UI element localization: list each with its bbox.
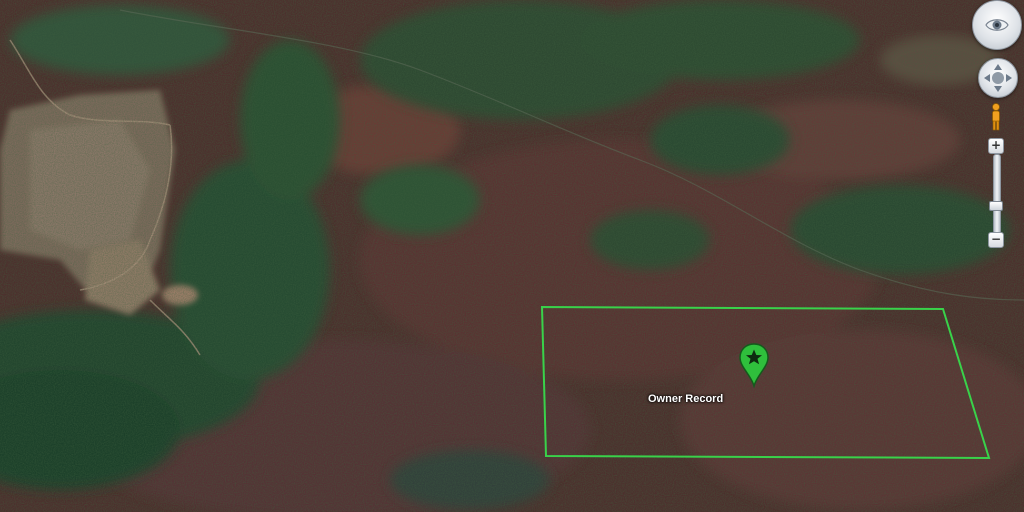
map-controls: + − (970, 0, 1024, 260)
eye-icon (985, 19, 1009, 31)
parcel-label: Owner Record (648, 393, 724, 405)
zoom-control: + − (988, 138, 1004, 248)
satellite-map[interactable]: Owner Record + − (0, 0, 1024, 512)
zoom-slider-thumb[interactable] (989, 200, 1003, 211)
zoom-in-button[interactable]: + (988, 138, 1004, 154)
satellite-imagery (0, 0, 1024, 512)
zoom-out-button[interactable]: − (988, 232, 1004, 248)
map-marker[interactable] (738, 342, 770, 388)
pegman-icon[interactable] (989, 103, 1003, 131)
zoom-slider-track[interactable] (993, 154, 1001, 234)
look-control[interactable] (972, 0, 1022, 50)
navigate-center (992, 72, 1004, 84)
navigate-control[interactable] (978, 58, 1018, 98)
